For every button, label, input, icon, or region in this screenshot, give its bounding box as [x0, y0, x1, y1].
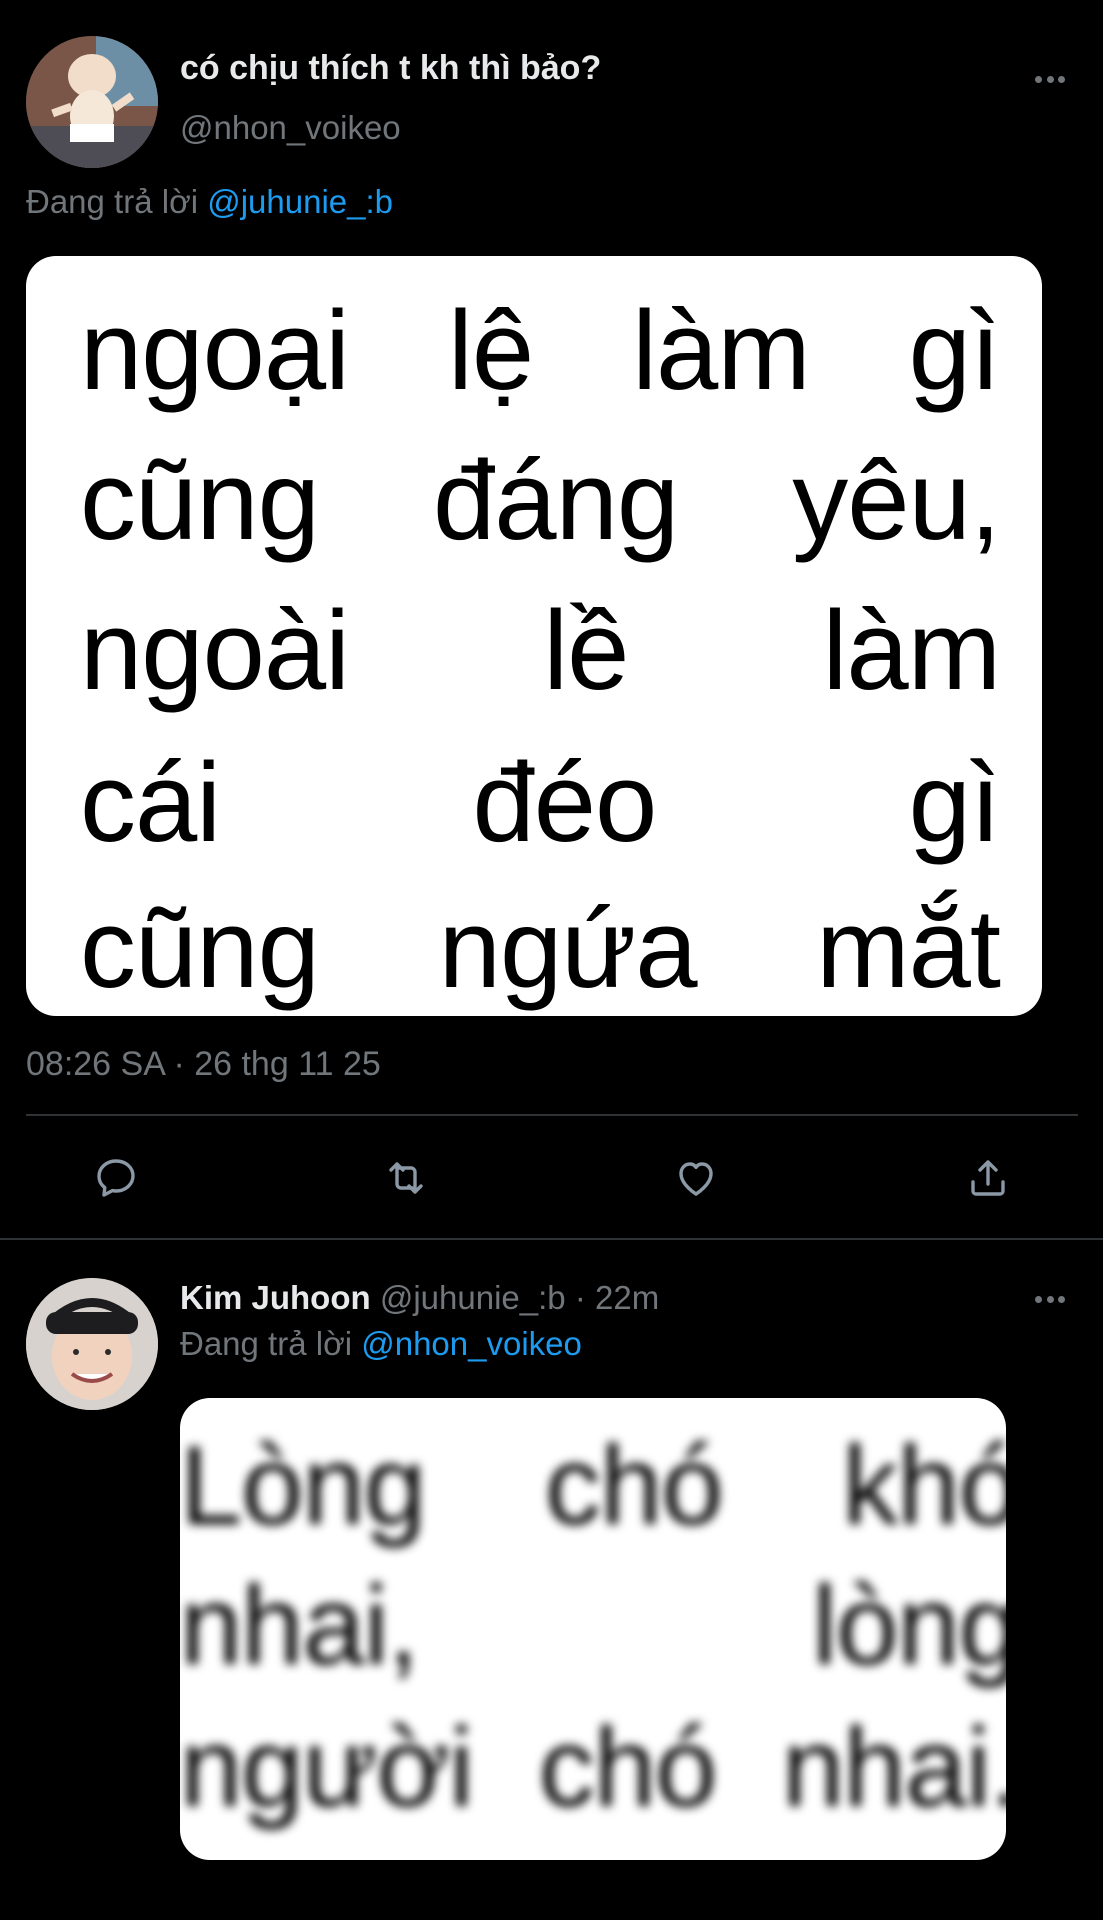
more-options-icon[interactable] — [1035, 76, 1065, 84]
handle[interactable]: @nhon_voikeo — [180, 108, 401, 148]
reply-prefix: Đang trả lời — [26, 183, 199, 220]
handle[interactable]: @juhunie_:b — [380, 1279, 566, 1316]
reply-context: Đang trả lời @juhunie_:b — [26, 182, 393, 222]
avatar[interactable] — [26, 36, 158, 168]
image-text-line: nhai, lòng — [180, 1563, 1006, 1688]
reply-to-link[interactable]: @nhon_voikeo — [361, 1325, 582, 1362]
like-button[interactable] — [668, 1150, 724, 1206]
avatar-image — [26, 36, 158, 168]
reply-context: Đang trả lời @nhon_voikeo — [180, 1324, 582, 1364]
like-icon — [679, 1162, 713, 1196]
tweet-header: Kim Juhoon @juhunie_:b · 22m — [180, 1278, 659, 1318]
image-text-line: người chó nhai. — [180, 1705, 1006, 1830]
retweet-button[interactable] — [378, 1150, 434, 1206]
divider — [26, 1114, 1078, 1116]
avatar-image — [26, 1278, 158, 1410]
reply-button[interactable] — [88, 1150, 144, 1206]
share-button[interactable] — [960, 1150, 1016, 1206]
image-text-line: Lòng chó khó — [180, 1423, 1006, 1548]
image-text-line: cũng ngứa mắt — [80, 886, 1001, 1011]
retweet-icon — [389, 1162, 423, 1194]
section-divider — [0, 1238, 1103, 1240]
timestamp[interactable]: 08:26 SA · 26 thg 11 25 — [26, 1044, 381, 1084]
avatar[interactable] — [26, 1278, 158, 1410]
tweet-image[interactable]: ngoại lệ làm gì cũng đáng yêu, ngoài lề … — [26, 256, 1042, 1016]
reply-to-link[interactable]: @juhunie_:b — [207, 183, 393, 220]
blurred-image-text: Lòng chó khó nhai, lòng người chó nhai. — [180, 1398, 1006, 1860]
display-name[interactable]: có chịu thích t kh thì bảo? — [180, 48, 601, 88]
image-text-line: ngoại lệ làm gì — [80, 288, 1001, 413]
separator: · — [574, 1279, 586, 1316]
tweet-image[interactable]: Lòng chó khó nhai, lòng người chó nhai. — [180, 1398, 1006, 1860]
image-text-line: ngoài lề làm — [80, 588, 1001, 713]
time[interactable]: 22m — [595, 1279, 659, 1316]
more-options-icon[interactable] — [1035, 1296, 1065, 1304]
image-text-line: cái đéo gì — [80, 740, 1001, 865]
share-icon — [971, 1160, 1005, 1196]
image-text-line: cũng đáng yêu, — [80, 438, 1001, 563]
display-name[interactable]: Kim Juhoon — [180, 1279, 371, 1316]
reply-prefix: Đang trả lời — [180, 1325, 353, 1362]
reply-icon — [97, 1159, 135, 1197]
